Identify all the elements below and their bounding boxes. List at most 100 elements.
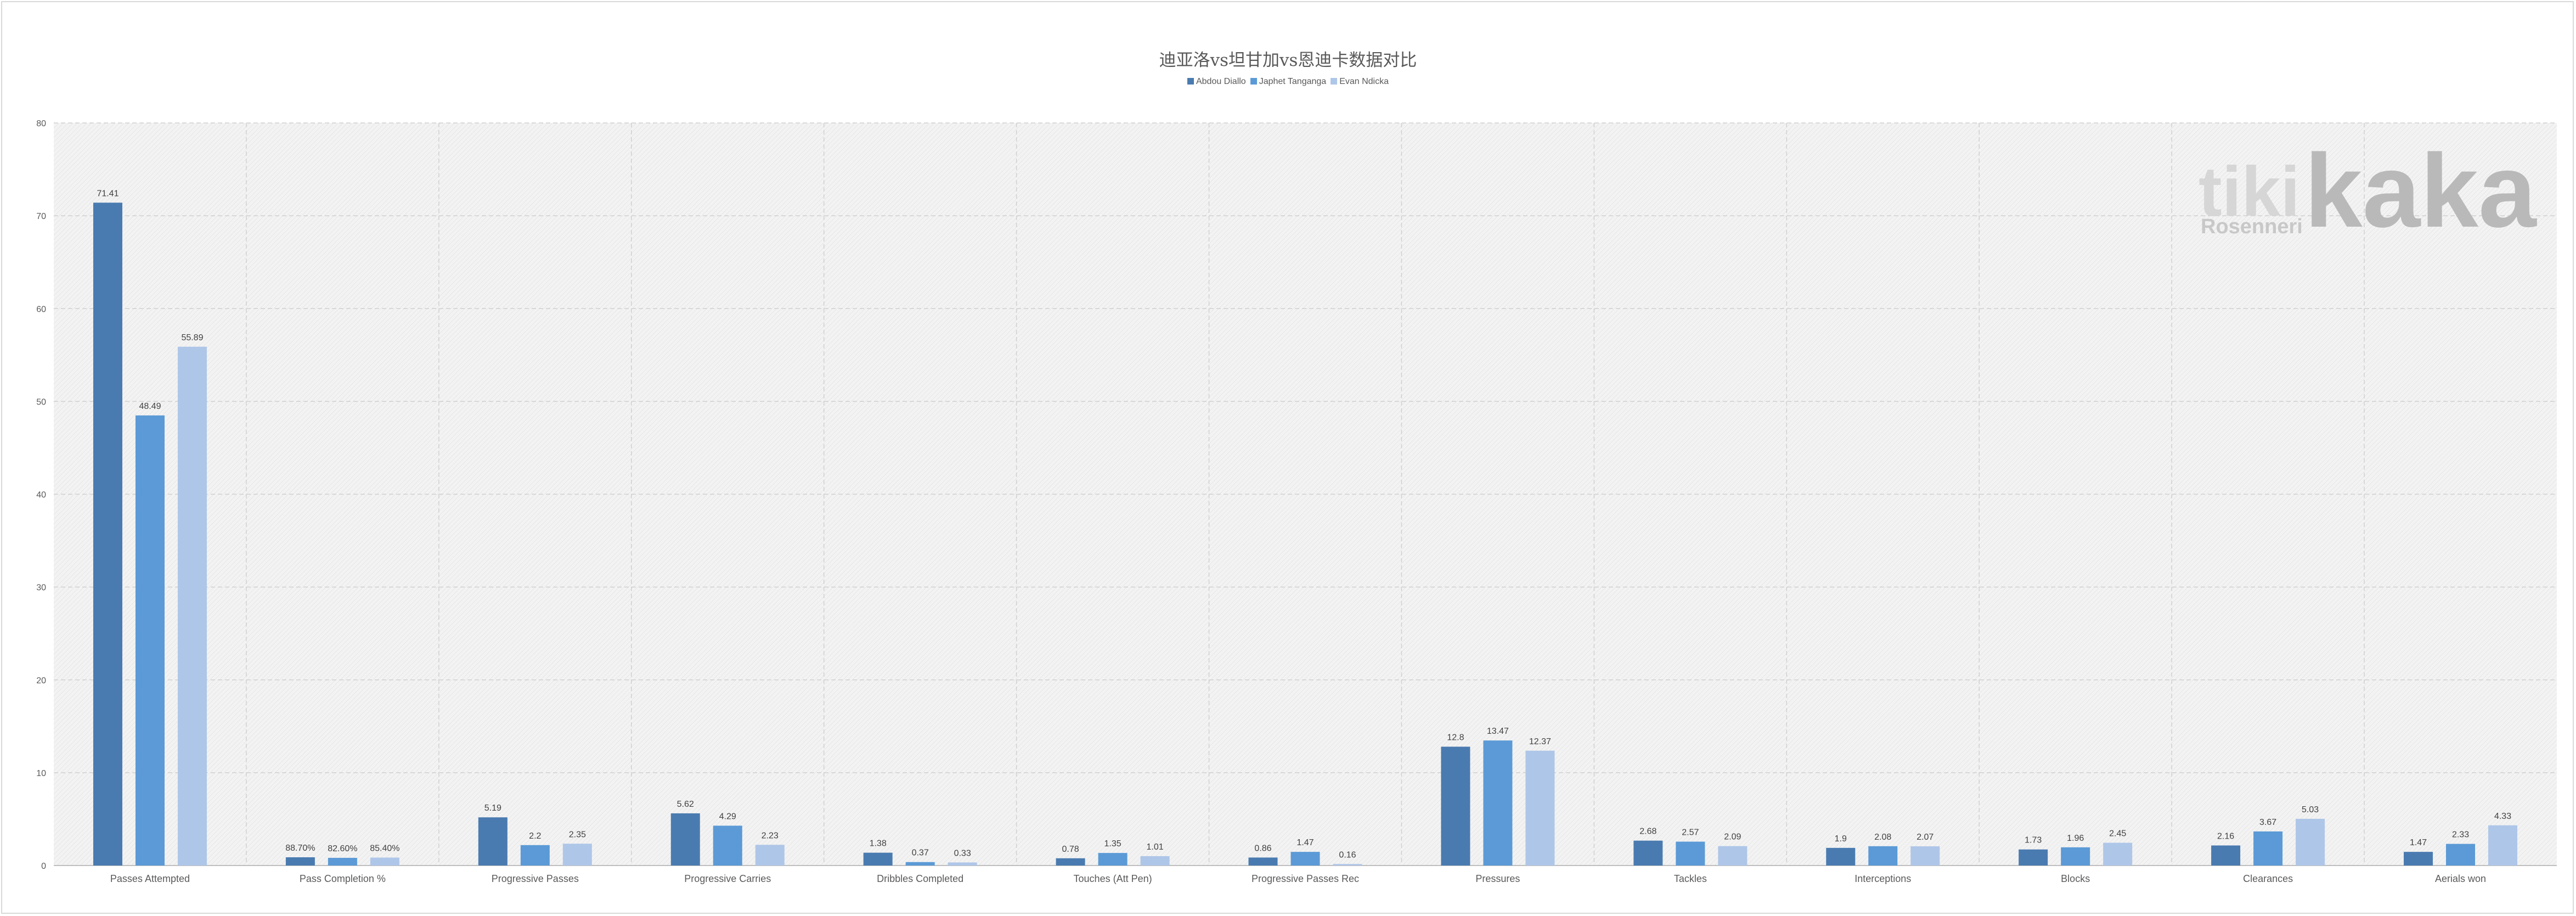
x-category-label: Progressive Passes [492,873,579,884]
bar [1140,856,1170,866]
y-tick-label: 40 [36,491,46,500]
bar [2253,831,2283,866]
bar [905,862,935,866]
data-label: 2.07 [1917,833,1934,842]
x-category-label: Aerials won [2435,873,2486,884]
data-label: 4.29 [719,812,736,821]
y-tick-label: 50 [36,397,46,407]
data-label: 88.70% [285,844,315,853]
bar [1056,858,1085,866]
y-tick-label: 0 [41,862,46,871]
bar [1525,750,1555,866]
data-label: 1.9 [1835,834,1847,844]
data-label: 0.86 [1254,844,1271,853]
bar [562,844,592,866]
data-label: 2.2 [529,831,541,841]
x-category-label: Passes Attempted [110,873,190,884]
data-label: 2.23 [762,831,779,840]
data-label: 12.37 [1529,737,1551,746]
x-category-label: Clearances [2243,873,2293,884]
watermark-word-kaka: kaka [2304,145,2537,249]
bar [2019,849,2048,866]
bar [713,825,742,866]
bar [1290,852,1320,866]
data-label: 48.49 [139,402,161,411]
bar [948,862,977,866]
data-label: 1.38 [870,839,887,848]
bar [135,415,165,866]
data-label: 12.8 [1447,733,1464,743]
x-category-label: Pass Completion % [300,873,386,884]
bar [328,858,357,866]
tikikaka-watermark-logo: tiki kaka Rosenneri [2199,145,2537,249]
bar [863,852,893,866]
x-category-label: Interceptions [1855,873,1911,884]
bar [2488,825,2518,866]
bar [1868,846,1898,866]
bar [520,845,550,866]
data-label: 2.57 [1682,828,1699,838]
x-category-label: Tackles [1674,873,1707,884]
y-tick-label: 30 [36,583,46,593]
data-label: 71.41 [97,189,119,198]
bar [2404,852,2433,866]
data-label: 82.60% [328,844,357,853]
x-category-label: Progressive Passes Rec [1252,873,1359,884]
data-label: 0.37 [912,848,929,858]
data-label: 1.35 [1104,839,1121,848]
data-label: 1.73 [2025,836,2042,845]
data-label: 1.47 [2410,838,2427,847]
bar [1098,853,1128,866]
data-label: 5.03 [2302,805,2319,814]
bar [1441,746,1470,866]
x-category-label: Dribbles Completed [877,873,963,884]
data-label: 5.19 [484,803,501,813]
data-label: 1.47 [1297,838,1314,847]
bar [1483,740,1513,866]
bar [177,346,207,866]
bar [2296,818,2325,866]
data-label: 0.16 [1339,850,1356,859]
y-tick-label: 10 [36,769,46,778]
x-category-label: Blocks [2061,873,2090,884]
data-label: 3.67 [2259,818,2276,827]
bar [1248,857,1278,866]
data-label: 0.78 [1062,845,1079,854]
data-label: 55.89 [181,333,203,342]
data-label: 0.33 [954,848,971,858]
data-label: 2.09 [1724,833,1741,842]
data-label: 2.16 [2217,831,2234,841]
data-label: 1.01 [1147,842,1164,852]
x-category-label: Progressive Carries [684,873,771,884]
y-tick-label: 20 [36,676,46,685]
data-label: 2.33 [2452,830,2469,840]
data-label: 5.62 [677,800,694,809]
bar [1718,846,1748,866]
bar [1910,846,1940,866]
watermark-sub-rosenneri: Rosenneri [2201,215,2303,238]
bar [1826,847,1856,866]
y-tick-label: 70 [36,212,46,221]
bar [478,817,508,866]
bar [2211,845,2241,866]
bar [285,857,315,866]
y-tick-label: 60 [36,305,46,314]
bar [93,203,122,866]
data-label: 2.35 [569,830,586,839]
data-label: 2.68 [1639,827,1656,836]
bar-chart: 0 10 20 30 40 50 60 70 80 Passes Attempted Pass Co… [36,119,2557,884]
x-category-label: Pressures [1475,873,1520,884]
data-label: 4.33 [2494,812,2511,821]
bar [755,845,785,866]
bar [1333,864,1362,866]
bar [2061,847,2090,866]
data-label: 13.47 [1487,727,1509,736]
bar [1633,840,1663,866]
bar [670,813,700,866]
bar [2446,844,2476,866]
bar [370,857,399,866]
y-tick-label: 80 [36,119,46,128]
bar [1676,841,1705,866]
x-category-label: Touches (Att Pen) [1074,873,1152,884]
data-label: 2.45 [2109,829,2126,839]
